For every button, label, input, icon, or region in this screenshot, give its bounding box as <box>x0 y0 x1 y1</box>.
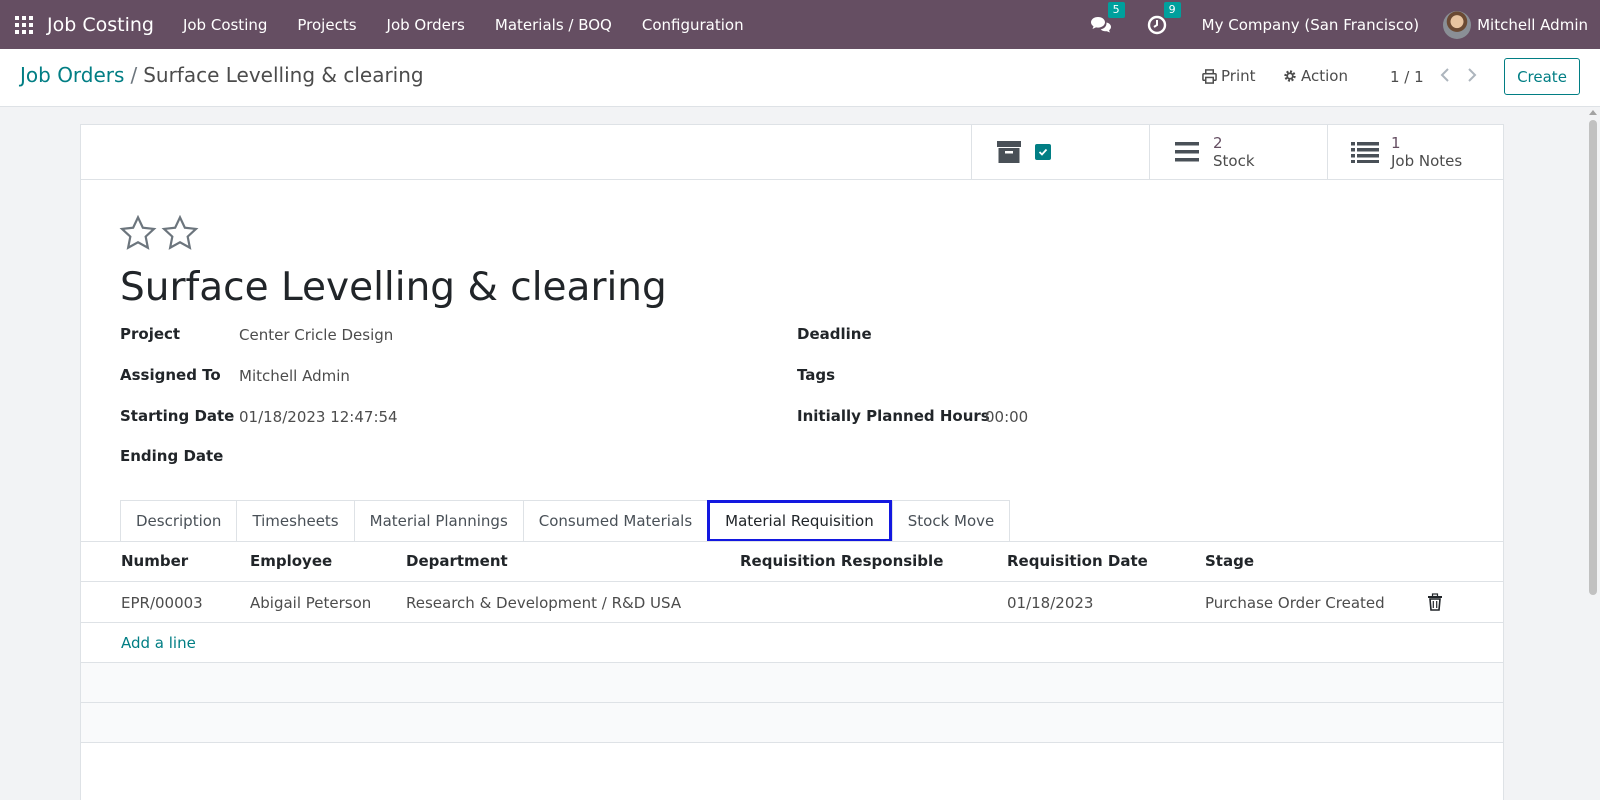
user-menu[interactable]: Mitchell Admin <box>1477 16 1588 34</box>
action-label: Action <box>1301 67 1348 85</box>
user-avatar[interactable] <box>1443 10 1472 39</box>
ending-date-label: Ending Date <box>120 447 224 465</box>
assigned-to-field[interactable]: Mitchell Admin <box>239 367 350 385</box>
messages-button[interactable]: 5 <box>1090 1 1125 36</box>
activities-badge: 9 <box>1163 1 1181 18</box>
record-title[interactable]: Surface Levelling & clearing <box>120 265 667 310</box>
column-stage[interactable]: Stage <box>1205 552 1254 570</box>
list-icon <box>1351 138 1379 166</box>
breadcrumb-job-orders[interactable]: Job Orders <box>20 63 124 87</box>
active-checkbox[interactable] <box>1035 144 1051 160</box>
page-scrollbar[interactable] <box>1586 110 1600 800</box>
print-label: Print <box>1221 67 1256 85</box>
pager-value[interactable]: 1 / 1 <box>1390 68 1424 86</box>
scroll-up-arrow-icon[interactable] <box>1589 110 1597 115</box>
control-panel: Job Orders / Surface Levelling & clearing … <box>0 49 1600 107</box>
stock-smart-button[interactable]: 2 Stock <box>1149 125 1327 179</box>
column-employee[interactable]: Employee <box>250 552 332 570</box>
column-number[interactable]: Number <box>121 552 188 570</box>
form-sheet: 2 Stock 1 Job Notes Surface Levelling & … <box>80 124 1504 800</box>
add-a-line-link[interactable]: Add a line <box>121 634 196 652</box>
bars-icon <box>1173 138 1201 166</box>
tab-description[interactable]: Description <box>120 500 237 542</box>
scroll-thumb[interactable] <box>1589 120 1597 595</box>
starting-date-label: Starting Date <box>120 407 235 425</box>
stock-label: Stock <box>1213 152 1255 170</box>
project-field[interactable]: Center Cricle Design <box>239 326 393 344</box>
cell-requisition-date: 01/18/2023 <box>1007 594 1094 612</box>
tab-material-requisition[interactable]: Material Requisition <box>707 500 892 542</box>
archive-icon <box>995 138 1023 166</box>
chat-icon <box>1090 16 1111 32</box>
checkmark-icon <box>1038 148 1048 156</box>
pager-previous-button[interactable] <box>1436 65 1456 85</box>
cell-number: EPR/00003 <box>121 594 203 612</box>
menu-projects[interactable]: Projects <box>282 16 371 34</box>
gear-icon <box>1284 70 1296 82</box>
empty-row <box>81 663 1503 703</box>
star-icon[interactable] <box>119 215 157 251</box>
top-navbar: Job Costing Job Costing Projects Job Ord… <box>0 0 1600 49</box>
planned-hours-field[interactable]: 00:00 <box>985 408 1028 426</box>
breadcrumb: Job Orders / Surface Levelling & clearing <box>20 63 424 87</box>
trash-icon <box>1428 593 1442 611</box>
tab-stock-move[interactable]: Stock Move <box>891 500 1011 542</box>
smart-button-box: 2 Stock 1 Job Notes <box>81 125 1503 180</box>
priority-stars <box>119 215 199 251</box>
assigned-to-label: Assigned To <box>120 366 221 384</box>
menu-job-costing[interactable]: Job Costing <box>168 16 282 34</box>
cell-department: Research & Development / R&D USA <box>406 594 682 612</box>
chevron-left-icon <box>1440 68 1449 82</box>
tab-material-plannings[interactable]: Material Plannings <box>353 500 523 542</box>
job-notes-smart-button[interactable]: 1 Job Notes <box>1327 125 1505 179</box>
column-requisition-date[interactable]: Requisition Date <box>1007 552 1148 570</box>
planned-hours-label: Initially Planned Hours <box>797 407 990 425</box>
menu-materials-boq[interactable]: Materials / BOQ <box>480 16 627 34</box>
table-row[interactable]: EPR/00003 Abigail Peterson Research & De… <box>81 583 1503 623</box>
star-icon[interactable] <box>161 215 199 251</box>
pager-next-button[interactable] <box>1461 65 1481 85</box>
breadcrumb-current: Surface Levelling & clearing <box>143 63 424 87</box>
company-switcher[interactable]: My Company (San Francisco) <box>1202 16 1419 34</box>
chevron-right-icon <box>1468 68 1477 82</box>
apps-menu-icon[interactable] <box>15 15 33 34</box>
notebook-tabs: Description Timesheets Material Planning… <box>120 500 1011 542</box>
breadcrumb-separator: / <box>130 63 138 87</box>
stock-count: 2 <box>1213 134 1223 152</box>
activities-button[interactable]: 9 <box>1146 1 1181 36</box>
app-name[interactable]: Job Costing <box>47 14 154 36</box>
tags-label: Tags <box>797 366 836 384</box>
requisition-table-header: Number Employee Department Requisition R… <box>81 542 1503 582</box>
empty-row <box>81 703 1503 743</box>
starting-date-field[interactable]: 01/18/2023 12:47:54 <box>239 408 398 426</box>
deadline-label: Deadline <box>797 325 872 343</box>
menu-configuration[interactable]: Configuration <box>627 16 759 34</box>
project-label: Project <box>120 325 181 343</box>
printer-icon <box>1202 68 1217 84</box>
menu-job-orders[interactable]: Job Orders <box>372 16 480 34</box>
messages-badge: 5 <box>1107 1 1125 18</box>
clock-icon <box>1147 15 1166 34</box>
delete-row-button[interactable] <box>1427 593 1445 611</box>
job-notes-label: Job Notes <box>1391 152 1463 170</box>
column-requisition-responsible[interactable]: Requisition Responsible <box>740 552 943 570</box>
tab-timesheets[interactable]: Timesheets <box>236 500 354 542</box>
add-line-row: Add a line <box>81 623 1503 663</box>
cell-stage: Purchase Order Created <box>1205 594 1385 612</box>
print-button[interactable]: Print <box>1202 67 1256 85</box>
action-button[interactable]: Action <box>1283 67 1348 85</box>
create-button[interactable]: Create <box>1504 58 1580 95</box>
column-department[interactable]: Department <box>406 552 508 570</box>
job-notes-count: 1 <box>1391 134 1401 152</box>
archive-toggle-button[interactable] <box>971 125 1149 179</box>
tab-consumed-materials[interactable]: Consumed Materials <box>522 500 708 542</box>
cell-employee: Abigail Peterson <box>250 594 372 612</box>
